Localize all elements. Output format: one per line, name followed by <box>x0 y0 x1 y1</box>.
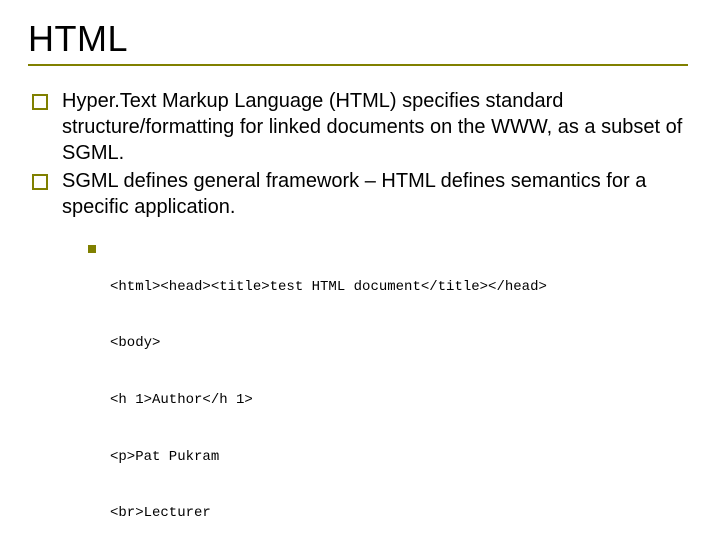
square-solid-bullet-icon <box>88 245 96 253</box>
bullet-list-level1: Hyper.Text Markup Language (HTML) specif… <box>32 88 692 220</box>
title-underline <box>28 64 688 66</box>
bullet-item-2: SGML defines general framework – HTML de… <box>32 168 692 220</box>
code-line: <html><head><title>test HTML document</t… <box>110 278 547 297</box>
code-line: <p>Pat Pukram <box>110 448 547 467</box>
square-open-bullet-icon <box>32 174 48 190</box>
code-line: <body> <box>110 334 547 353</box>
slide: HTML Hyper.Text Markup Language (HTML) s… <box>0 0 720 540</box>
bullet-list-level2: <html><head><title>test HTML document</t… <box>88 240 692 540</box>
code-block: <html><head><title>test HTML document</t… <box>110 240 547 540</box>
bullet-item-1: Hyper.Text Markup Language (HTML) specif… <box>32 88 692 166</box>
code-example-item: <html><head><title>test HTML document</t… <box>88 240 692 540</box>
bullet-text-2: SGML defines general framework – HTML de… <box>62 168 692 220</box>
bullet-text-1: Hyper.Text Markup Language (HTML) specif… <box>62 88 692 166</box>
code-line: <h 1>Author</h 1> <box>110 391 547 410</box>
square-open-bullet-icon <box>32 94 48 110</box>
code-line: <br>Lecturer <box>110 504 547 523</box>
slide-title: HTML <box>28 18 692 60</box>
